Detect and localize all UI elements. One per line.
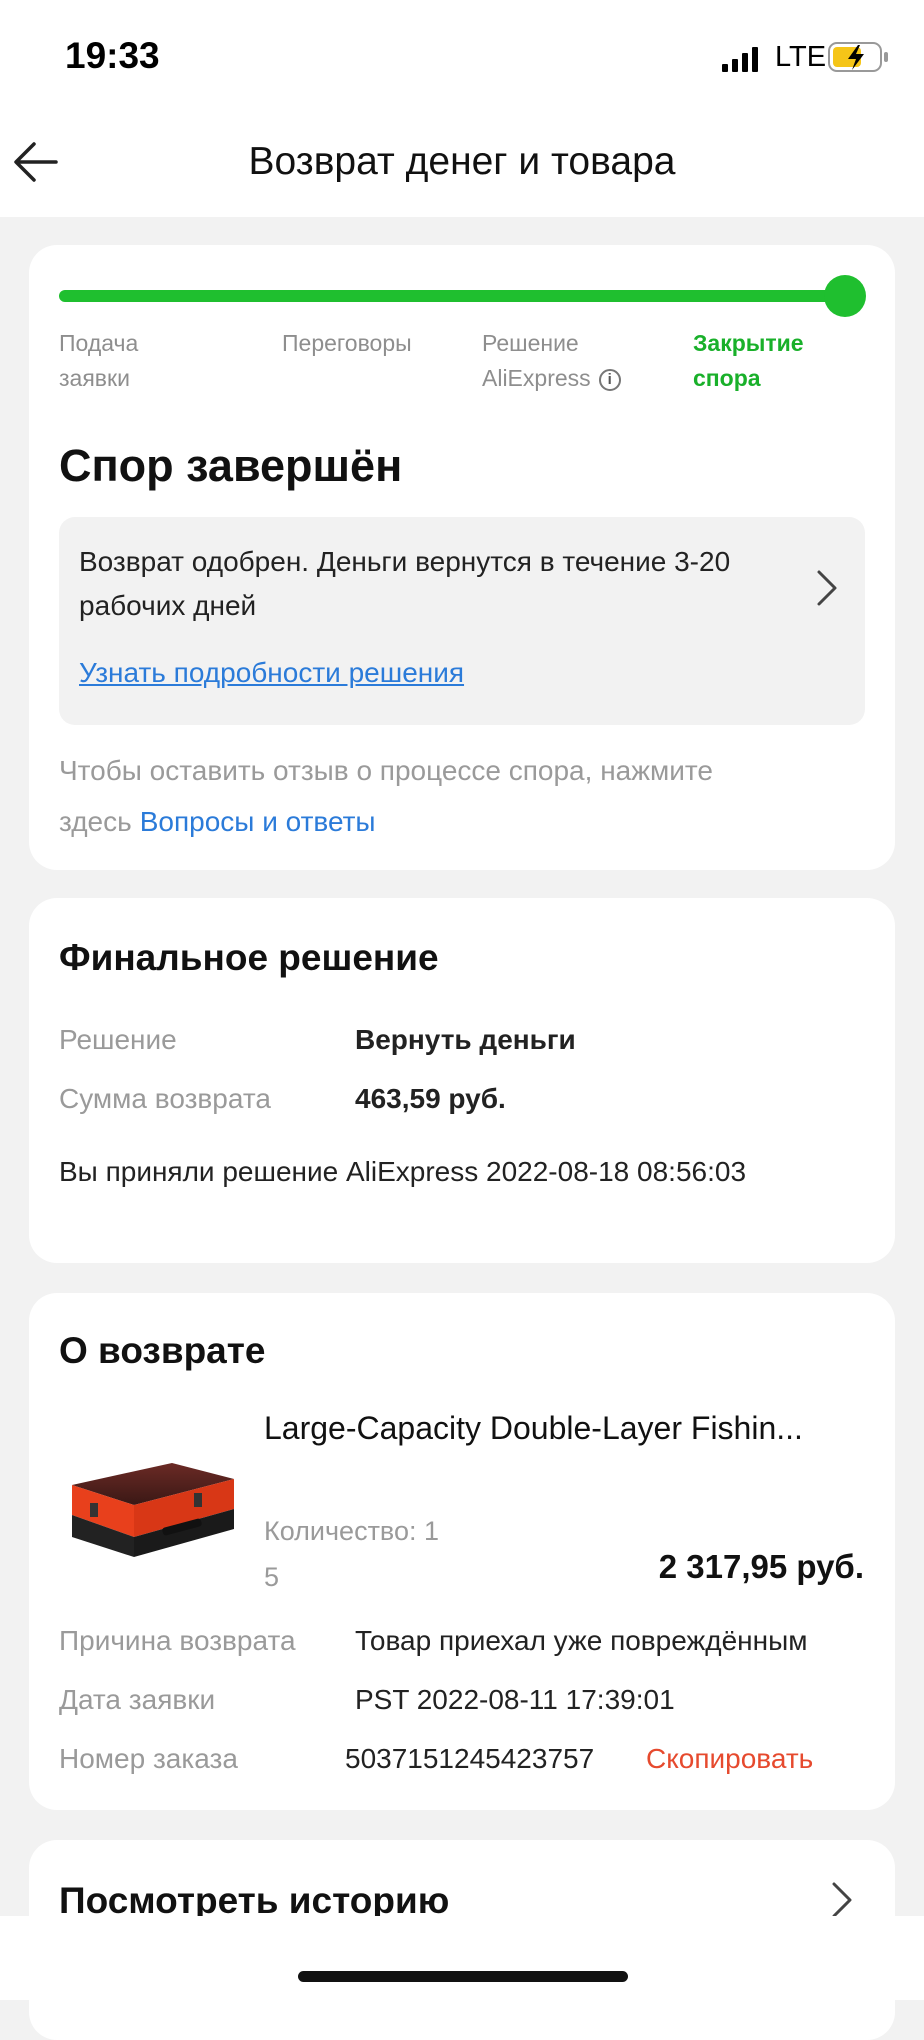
chevron-right-icon[interactable] <box>815 568 839 608</box>
chevron-right-icon[interactable] <box>830 1880 854 1920</box>
cellular-signal-icon <box>722 47 758 72</box>
progress-indicator <box>824 275 866 317</box>
request-date-label: Дата заявки <box>59 1684 216 1715</box>
battery-charging-icon <box>828 42 888 72</box>
return-reason-label: Причина возврата <box>59 1625 296 1656</box>
decision-label: Решение <box>59 1024 177 1055</box>
product-image[interactable] <box>62 1445 240 1575</box>
decision-value: Вернуть деньги <box>355 1024 576 1055</box>
page-title: Возврат денег и товара <box>248 140 676 183</box>
feedback-text: Чтобы оставить отзыв о процессе спора, н… <box>59 755 713 837</box>
dispute-status-title: Спор завершён <box>59 440 403 491</box>
bottom-safe-area <box>0 1916 924 2000</box>
home-indicator[interactable] <box>298 1971 628 1982</box>
product-price: 2 317,95 руб. <box>658 1548 864 1585</box>
request-date-value: PST 2022-08-11 17:39:01 <box>355 1684 675 1715</box>
product-quantity: Количество: 1 5 <box>264 1516 440 1592</box>
order-number-value: 5037151245423757 <box>345 1743 595 1774</box>
step-negotiation: Переговоры <box>282 330 412 356</box>
refund-notice-text: Возврат одобрен. Деньги вернутся в течен… <box>79 546 731 621</box>
decision-details-link[interactable]: Узнать подробности решения <box>79 657 464 689</box>
refund-details-title: О возврате <box>59 1330 266 1371</box>
step-aliexpress-decision: Решение AliExpress i <box>482 326 621 396</box>
step-submit: Подача заявки <box>59 330 139 391</box>
final-decision-title: Финальное решение <box>59 937 439 978</box>
faq-link[interactable]: Вопросы и ответы <box>140 806 376 837</box>
accepted-decision-text: Вы приняли решение AliExpress 2022-08-18… <box>59 1156 747 1187</box>
progress-bar <box>59 290 858 302</box>
info-icon[interactable]: i <box>598 368 621 391</box>
order-number-label: Номер заказа <box>59 1743 238 1774</box>
refund-amount-label: Сумма возврата <box>59 1083 271 1114</box>
status-time: 19:33 <box>65 35 160 76</box>
return-reason-value: Товар приехал уже повреждённым <box>355 1625 808 1656</box>
copy-order-number-button[interactable]: Скопировать <box>646 1743 813 1775</box>
step-dispute-closed: Закрытие спора <box>693 330 804 391</box>
product-title[interactable]: Large-Capacity Double-Layer Fishin... <box>264 1410 864 1447</box>
network-label: LTE <box>775 41 827 73</box>
refund-amount-value: 463,59 руб. <box>355 1083 506 1114</box>
